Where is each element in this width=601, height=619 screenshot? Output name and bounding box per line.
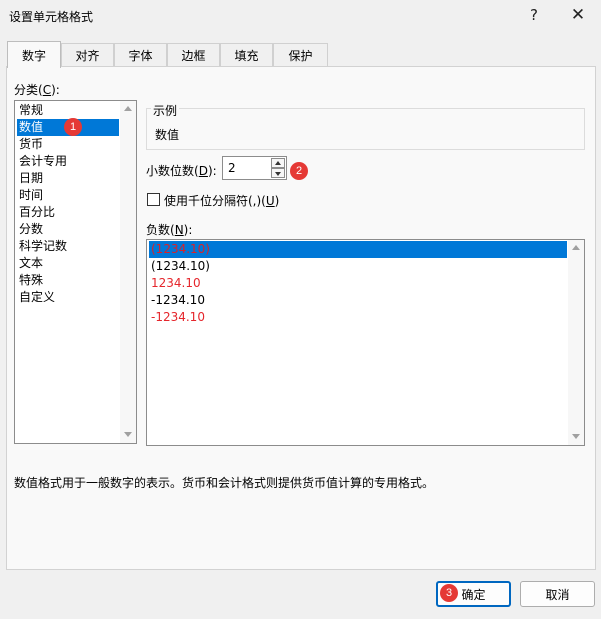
thousands-separator-checkbox[interactable] xyxy=(147,193,160,206)
format-description: 数值格式用于一般数字的表示。货币和会计格式则提供货币值计算的专用格式。 xyxy=(14,476,435,490)
category-item-percentage[interactable]: 百分比 xyxy=(17,204,119,221)
negative-numbers-list[interactable]: (1234.10) (1234.10) 1234.10 -1234.10 -12… xyxy=(146,239,585,446)
close-icon: ✕ xyxy=(570,5,586,25)
category-item-general[interactable]: 常规 xyxy=(17,102,119,119)
step-badge-3: 3 xyxy=(440,584,458,602)
spin-up-button[interactable] xyxy=(271,158,285,168)
dialog-title: 设置单元格格式 xyxy=(9,10,94,24)
triangle-down-icon xyxy=(275,172,281,176)
tab-alignment[interactable]: 对齐 xyxy=(61,43,114,67)
scroll-up-icon[interactable] xyxy=(124,106,132,111)
thousands-separator-label[interactable]: 使用千位分隔符(,)(U) xyxy=(164,192,279,209)
tab-font[interactable]: 字体 xyxy=(114,43,167,67)
category-list[interactable]: 常规 数值 货币 会计专用 日期 时间 百分比 分数 科学记数 文本 特殊 自定… xyxy=(14,100,137,444)
negative-item-red-plain[interactable]: 1234.10 xyxy=(149,275,567,292)
category-item-custom[interactable]: 自定义 xyxy=(17,289,119,306)
sample-value: 数值 xyxy=(155,128,180,142)
category-item-time[interactable]: 时间 xyxy=(17,187,119,204)
category-label: 分类(C): xyxy=(14,83,60,97)
negative-scrollbar[interactable] xyxy=(568,240,584,445)
step-badge-2: 2 xyxy=(290,162,308,180)
tab-fill[interactable]: 填充 xyxy=(220,43,273,67)
category-item-text[interactable]: 文本 xyxy=(17,255,119,272)
tab-border[interactable]: 边框 xyxy=(167,43,220,67)
spin-down-button[interactable] xyxy=(271,168,285,178)
category-item-special[interactable]: 特殊 xyxy=(17,272,119,289)
category-item-currency[interactable]: 货币 xyxy=(17,136,119,153)
scroll-down-icon[interactable] xyxy=(124,432,132,437)
negative-item-black-parens[interactable]: (1234.10) xyxy=(149,258,567,275)
scroll-down-icon[interactable] xyxy=(572,434,580,439)
sample-title: 示例 xyxy=(151,102,180,119)
sample-groupbox xyxy=(146,108,585,150)
help-icon: ? xyxy=(530,6,538,24)
negative-item-red-parens[interactable]: (1234.10) xyxy=(149,241,567,258)
decimal-places-value[interactable]: 2 xyxy=(228,161,236,175)
negative-numbers-label: 负数(N): xyxy=(146,223,193,237)
close-button[interactable]: ✕ xyxy=(558,0,598,30)
tab-protection[interactable]: 保护 xyxy=(273,43,328,67)
cancel-button[interactable]: 取消 xyxy=(520,581,595,607)
help-button[interactable]: ? xyxy=(514,0,554,30)
negative-item-red-minus[interactable]: -1234.10 xyxy=(149,309,567,326)
decimal-places-label: 小数位数(D): xyxy=(146,164,217,178)
category-item-date[interactable]: 日期 xyxy=(17,170,119,187)
decimal-places-stepper[interactable]: 2 xyxy=(222,156,287,180)
negative-item-black-minus[interactable]: -1234.10 xyxy=(149,292,567,309)
tab-number[interactable]: 数字 xyxy=(7,41,61,68)
category-item-scientific[interactable]: 科学记数 xyxy=(17,238,119,255)
title-bar: 设置单元格格式 ? ✕ xyxy=(0,0,601,32)
triangle-up-icon xyxy=(275,161,281,165)
category-item-accounting[interactable]: 会计专用 xyxy=(17,153,119,170)
category-item-fraction[interactable]: 分数 xyxy=(17,221,119,238)
scroll-up-icon[interactable] xyxy=(572,245,580,250)
category-scrollbar[interactable] xyxy=(120,101,136,443)
step-badge-1: 1 xyxy=(64,118,82,136)
